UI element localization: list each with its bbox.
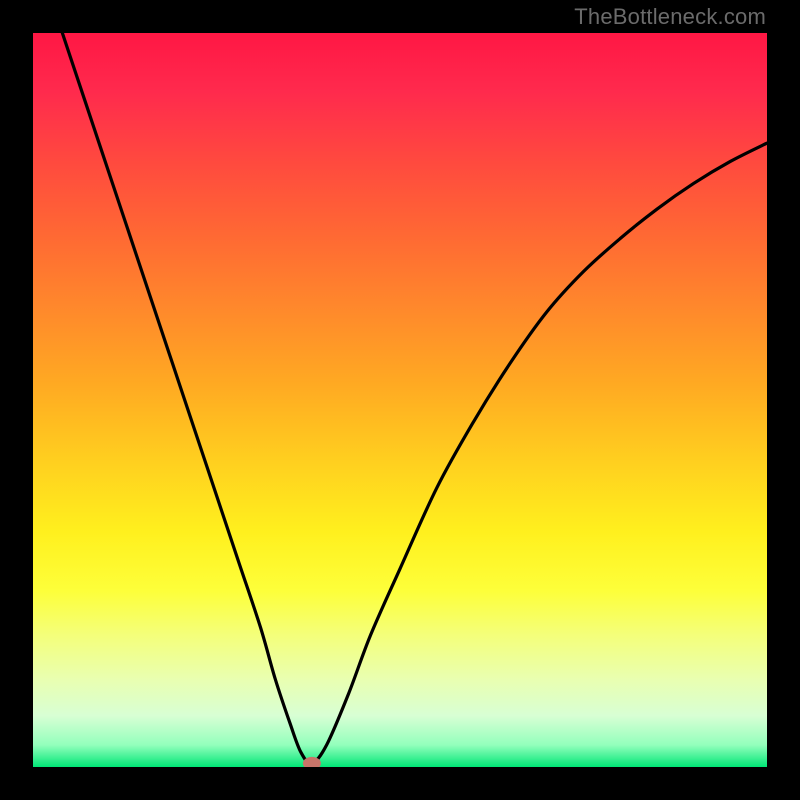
curve-svg — [33, 33, 767, 767]
watermark-text: TheBottleneck.com — [574, 4, 766, 30]
bottleneck-curve — [62, 33, 767, 764]
plot-area — [33, 33, 767, 767]
chart-frame: TheBottleneck.com — [0, 0, 800, 800]
